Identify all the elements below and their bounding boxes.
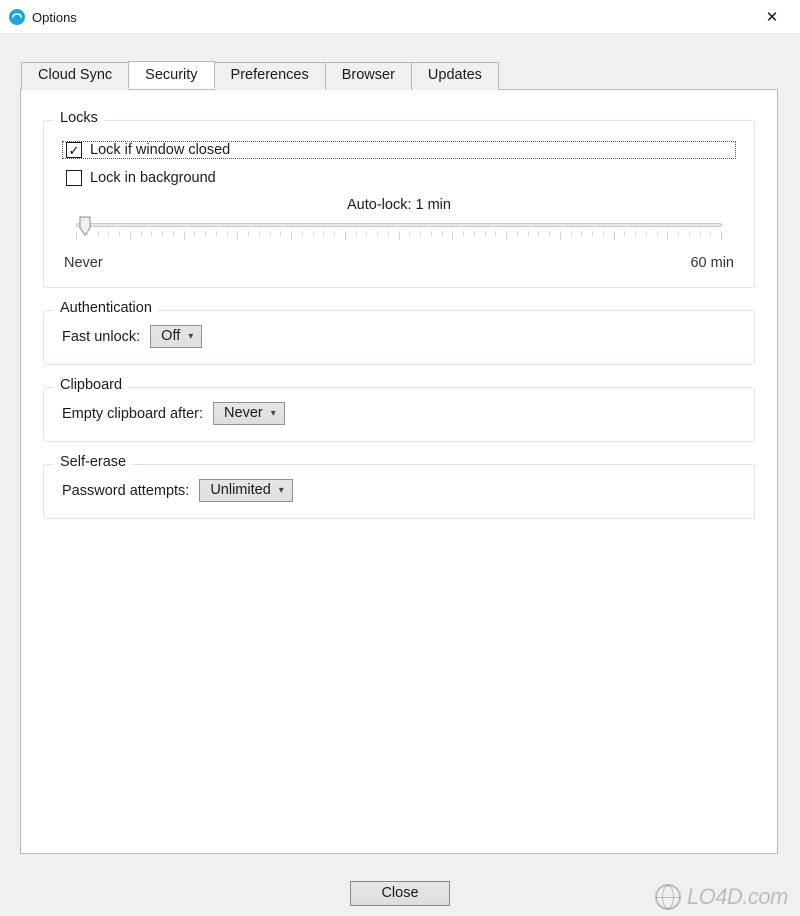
chevron-down-icon: ▾ — [271, 408, 276, 419]
group-clipboard-legend: Clipboard — [54, 377, 128, 393]
fast-unlock-label: Fast unlock: — [62, 329, 140, 345]
dialog-button-bar: Close — [0, 881, 800, 906]
fast-unlock-dropdown[interactable]: Off ▾ — [150, 325, 202, 348]
group-locks: Locks Lock if window closed Lock in back… — [43, 120, 755, 288]
dropdown-value: Never — [224, 405, 263, 421]
chevron-down-icon: ▾ — [279, 485, 284, 496]
tab-updates[interactable]: Updates — [411, 62, 499, 90]
slider-min-label: Never — [64, 255, 103, 271]
close-icon[interactable]: ✕ — [752, 8, 792, 26]
autolock-slider[interactable] — [64, 219, 734, 251]
tab-security[interactable]: Security — [128, 61, 214, 89]
tab-preferences[interactable]: Preferences — [214, 62, 326, 90]
password-attempts-dropdown[interactable]: Unlimited ▾ — [199, 479, 292, 502]
checkbox-label: Lock if window closed — [90, 142, 230, 158]
group-self-erase: Self-erase Password attempts: Unlimited … — [43, 464, 755, 519]
slider-ticks — [76, 231, 722, 243]
empty-clipboard-dropdown[interactable]: Never ▾ — [213, 402, 285, 425]
window-title: Options — [32, 10, 77, 25]
checkbox-label: Lock in background — [90, 170, 216, 186]
tab-panel-security: Locks Lock if window closed Lock in back… — [20, 89, 778, 854]
checkbox-lock-background[interactable]: Lock in background — [62, 169, 736, 187]
tab-browser[interactable]: Browser — [325, 62, 412, 90]
group-authentication-legend: Authentication — [54, 300, 158, 316]
tab-strip: Cloud Sync Security Preferences Browser … — [0, 34, 800, 89]
slider-track — [76, 223, 722, 227]
chevron-down-icon: ▾ — [188, 331, 193, 342]
group-clipboard: Clipboard Empty clipboard after: Never ▾ — [43, 387, 755, 442]
empty-clipboard-label: Empty clipboard after: — [62, 406, 203, 422]
checkbox-icon — [66, 142, 82, 158]
slider-end-labels: Never 60 min — [64, 255, 734, 271]
slider-max-label: 60 min — [690, 255, 734, 271]
dropdown-value: Unlimited — [210, 482, 270, 498]
client-area: Cloud Sync Security Preferences Browser … — [0, 33, 800, 916]
tab-cloud-sync[interactable]: Cloud Sync — [21, 62, 129, 90]
checkbox-icon — [66, 170, 82, 186]
checkbox-lock-window-closed[interactable]: Lock if window closed — [62, 141, 736, 159]
password-attempts-label: Password attempts: — [62, 483, 189, 499]
group-authentication: Authentication Fast unlock: Off ▾ — [43, 310, 755, 365]
group-self-erase-legend: Self-erase — [54, 454, 132, 470]
title-bar: Options ✕ — [0, 0, 800, 34]
app-icon — [8, 8, 26, 26]
close-button[interactable]: Close — [350, 881, 449, 906]
autolock-label: Auto-lock: 1 min — [62, 197, 736, 213]
dropdown-value: Off — [161, 328, 180, 344]
group-locks-legend: Locks — [54, 110, 104, 126]
